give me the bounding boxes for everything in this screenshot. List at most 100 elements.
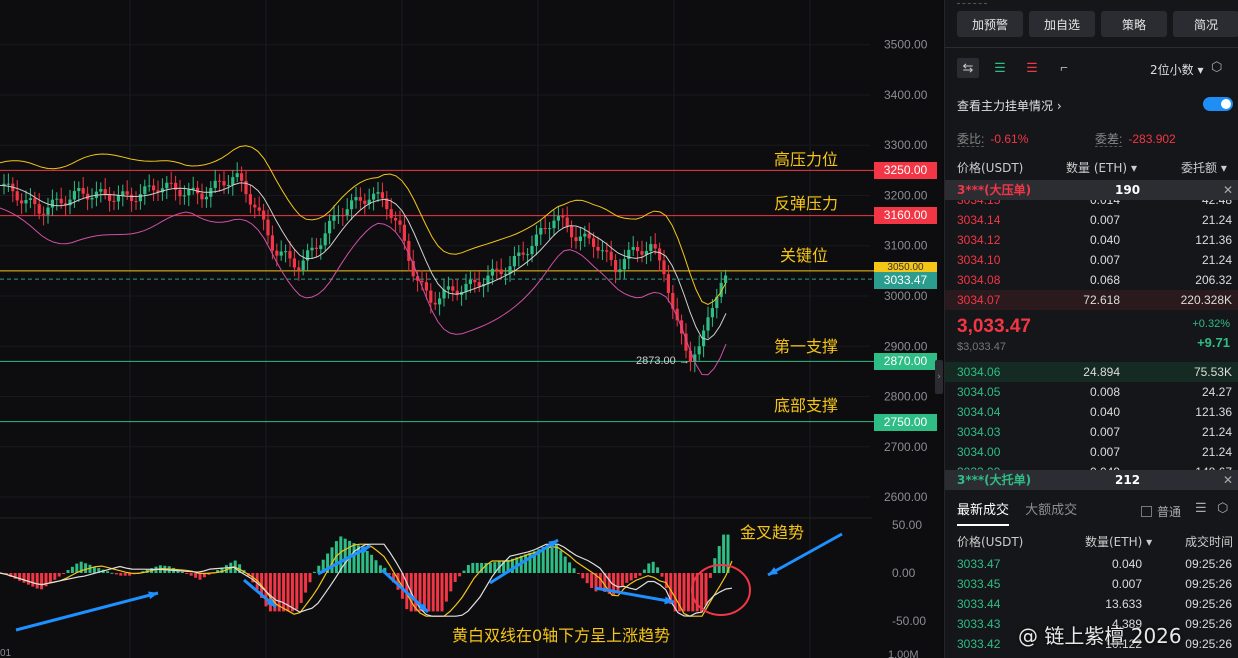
macd-bar [581, 573, 585, 579]
filter-icon[interactable]: ☰ [1195, 500, 1207, 516]
trade-price: 3033.44 [957, 597, 1001, 611]
candle-body [724, 275, 728, 283]
macd-bar [651, 561, 655, 573]
candle-body [451, 286, 455, 291]
ask-price: 3034.07 [957, 293, 1001, 307]
ask-row[interactable]: 3034.10 0.007 21.24 [945, 250, 1238, 270]
main-orders-link[interactable]: 查看主力挂单情况 › [957, 97, 1062, 114]
macd-bar [488, 562, 492, 573]
candle-body [350, 200, 354, 210]
trade-time: 09:25:26 [1185, 617, 1232, 631]
bids-view-icon[interactable]: ☰ [989, 58, 1011, 78]
macd-bar [304, 573, 308, 593]
candle-body [420, 280, 424, 283]
trade-time: 09:25:26 [1185, 577, 1232, 591]
order-book-panel: 加预警 加自选 策略 简况 ⇆ ☰ ☰ ⌐ 2位小数 ▾ ⬡ 查看主力挂单情况 … [944, 0, 1238, 658]
macd-bar [436, 573, 440, 612]
candle-body [218, 180, 222, 182]
main-orders-toggle[interactable] [1203, 97, 1233, 111]
bid-qty: 0.040 [1089, 405, 1120, 419]
overview-button[interactable]: 简况 [1173, 11, 1238, 37]
ratio-label: 委比: [957, 132, 985, 147]
col-header-total[interactable]: 委托额 ▾ [1181, 159, 1227, 176]
candle-body [587, 233, 591, 239]
bollinger-lower [0, 207, 727, 376]
bid-row[interactable]: 3034.06 24.894 75.53K [945, 362, 1238, 382]
candle-body [376, 192, 380, 194]
candle-body [103, 189, 107, 195]
ask-total: 206.32 [1195, 273, 1232, 287]
ask-total: 220.328K [1180, 293, 1232, 307]
candle-body [464, 283, 468, 292]
trade-time: 09:25:26 [1185, 557, 1232, 571]
price-change-percent: +0.32% [1192, 318, 1230, 330]
settings-hex-icon[interactable]: ⬡ [1217, 500, 1228, 516]
add-alert-button[interactable]: 加预警 [957, 11, 1023, 37]
bid-total: 75.53K [1193, 365, 1232, 379]
golden-cross-annotation: 金叉趋势 [740, 523, 805, 542]
price-axis-tick: 2700.00 [884, 440, 928, 454]
ask-qty: 0.068 [1089, 273, 1120, 287]
macd-bar [48, 573, 52, 584]
ask-row[interactable]: 3034.15 0.014 42.48 [945, 200, 1238, 210]
price-tag-3250: 3250.00 [874, 162, 937, 179]
candle-body [222, 181, 226, 186]
candle-body [125, 191, 129, 195]
price-axis-tick: 3500.00 [884, 38, 928, 52]
collapse-handle[interactable]: › [935, 360, 943, 394]
ask-row[interactable]: 3034.14 0.007 21.24 [945, 210, 1238, 230]
candle-body [200, 193, 204, 200]
settings-hex-icon[interactable]: ⬡ [1211, 59, 1222, 75]
trade-col-qty[interactable]: 数量(ETH) ▾ [1085, 533, 1152, 550]
macd-axis-tick: 50.00 [892, 518, 922, 532]
candle-body [336, 215, 340, 217]
bid-ask-ratio: 委比: -0.61% [957, 130, 1028, 147]
candle-body [548, 228, 552, 230]
ask-row[interactable]: 3034.12 0.040 121.36 [945, 230, 1238, 250]
candle-body [178, 189, 182, 197]
bid-row[interactable]: 3034.00 0.007 21.24 [945, 442, 1238, 462]
macd-bar [365, 550, 369, 573]
decimals-select[interactable]: 2位小数 ▾ [1150, 61, 1204, 78]
candlestick-chart-svg[interactable]: 3500.00 3400.00 3300.00 3200.00 3100.00 3000.… [0, 0, 942, 658]
tab-latest-trades[interactable]: 最新成交 [957, 503, 1010, 526]
col-header-qty[interactable]: 数量 (ETH) ▾ [1066, 159, 1137, 176]
bid-row[interactable]: 3034.04 0.040 121.36 [945, 402, 1238, 422]
depth-view-icon[interactable]: ⌐ [1053, 58, 1075, 78]
bid-row[interactable]: 3034.03 0.007 21.24 [945, 422, 1238, 442]
price-chart[interactable]: 3500.00 3400.00 3300.00 3200.00 3100.00 3000.… [0, 0, 943, 658]
macd-bar [26, 573, 30, 585]
candle-body [570, 226, 574, 238]
ask-row[interactable]: 3034.07 72.618 220.328K [945, 290, 1238, 310]
ask-row[interactable]: 3034.08 0.068 206.32 [945, 270, 1238, 290]
bid-ask-diff: 委差: -283.902 [1095, 130, 1176, 147]
close-icon[interactable]: ✕ [1223, 180, 1233, 200]
macd-bar [70, 566, 74, 573]
macd-bar [590, 573, 594, 589]
candle-body [565, 217, 569, 227]
close-icon[interactable]: ✕ [1223, 470, 1233, 490]
bid-row[interactable]: 3034.05 0.008 24.27 [945, 382, 1238, 402]
macd-bar [18, 573, 22, 581]
candle-body [24, 199, 28, 204]
macd-bar [414, 573, 418, 612]
add-watchlist-button[interactable]: 加自选 [1029, 11, 1095, 37]
candle-body [658, 248, 662, 261]
candle-body [473, 279, 477, 283]
bollinger-upper [0, 145, 727, 305]
macd-bar [704, 573, 708, 606]
tab-large-trades[interactable]: 大额成交 [1025, 503, 1077, 518]
col-header-price: 价格(USDT) [957, 161, 1024, 175]
macd-bar [62, 573, 66, 574]
both-sides-view-icon[interactable]: ⇆ [957, 58, 979, 78]
candle-body [583, 233, 587, 237]
normal-checkbox[interactable]: 普通 [1141, 503, 1181, 520]
watermark: @ 链上紫檀 2026 [1018, 624, 1182, 648]
candle-body [204, 196, 208, 200]
macd-bar [40, 573, 44, 590]
strategy-button[interactable]: 策略 [1101, 11, 1167, 37]
macd-axis-tick: 0.00 [892, 566, 916, 580]
macd-bar [427, 573, 431, 612]
big-ask-name: 3***(大压单) [957, 183, 1032, 197]
asks-view-icon[interactable]: ☰ [1021, 58, 1043, 78]
